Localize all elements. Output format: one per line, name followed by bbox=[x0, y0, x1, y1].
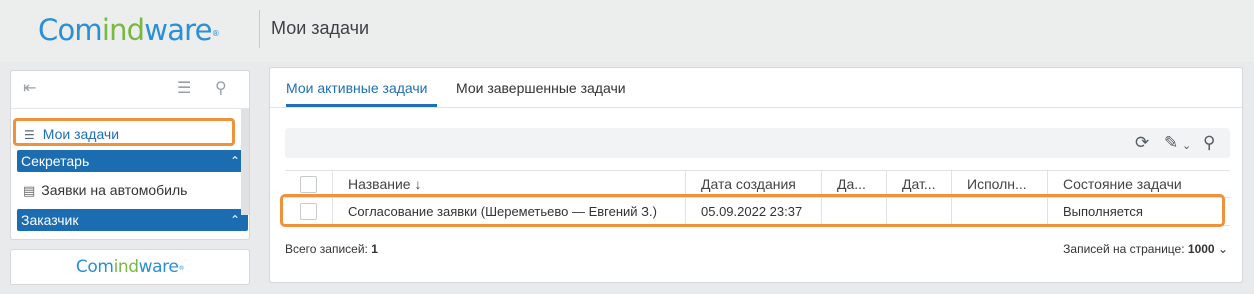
cell-created: 05.09.2022 23:37 bbox=[685, 198, 821, 225]
table-header: Название ↓ Дата создания Да... Дат... Ис… bbox=[285, 170, 1230, 198]
sidebar-item-label: Заявки на автомобиль bbox=[41, 182, 188, 198]
active-tab-indicator bbox=[286, 104, 437, 107]
list-icon[interactable]: ☰ bbox=[177, 80, 191, 98]
page-title: Мои задачи bbox=[271, 18, 370, 38]
chevron-up-icon: ⌃ bbox=[229, 154, 240, 168]
edit-icon[interactable]: ✎ bbox=[1164, 133, 1178, 153]
chevron-up-icon: ⌃ bbox=[229, 213, 240, 227]
sidebar-item-label: Мои задачи bbox=[42, 126, 120, 142]
cell-assignee bbox=[951, 198, 1047, 225]
tasks-table: Название ↓ Дата создания Да... Дат... Ис… bbox=[280, 170, 1230, 227]
select-all-cell bbox=[285, 171, 332, 197]
column-header-status[interactable]: Состояние задачи bbox=[1047, 171, 1230, 197]
sidebar-group-secretary[interactable]: Секретарь ⌃ bbox=[17, 150, 248, 172]
chevron-down-icon: ⌄ bbox=[1217, 242, 1228, 256]
total-value: 1 bbox=[371, 242, 378, 256]
sidebar-group-customer[interactable]: Заказчик ⌃ bbox=[17, 209, 248, 231]
row-checkbox[interactable] bbox=[300, 203, 317, 220]
cell-name[interactable]: Согласование заявки (Шереметьево — Евген… bbox=[332, 198, 685, 225]
tab-completed-tasks[interactable]: Мои завершенные задачи bbox=[456, 79, 626, 97]
page-size-value: 1000 bbox=[1187, 242, 1215, 256]
sidebar-item-my-tasks[interactable]: ☰ Мои задачи bbox=[13, 118, 235, 146]
table-icon: ▤ bbox=[23, 183, 36, 198]
sidebar-scrollbar[interactable] bbox=[241, 109, 249, 215]
column-header-assignee[interactable]: Исполн... bbox=[951, 171, 1047, 197]
select-all-checkbox[interactable] bbox=[300, 176, 317, 193]
main-panel: Мои активные задачи Мои завершенные зада… bbox=[269, 67, 1243, 283]
cell-status: Выполняется bbox=[1047, 198, 1230, 225]
column-header-date2[interactable]: Дат... bbox=[886, 171, 951, 197]
sidebar-group-label: Секретарь bbox=[21, 153, 90, 169]
total-label: Всего записей: bbox=[285, 242, 368, 256]
collapse-icon[interactable]: ⇤ bbox=[23, 80, 36, 98]
table-row[interactable]: Согласование заявки (Шереметьево — Евген… bbox=[280, 194, 1230, 227]
app-header: Comindware® Мои задачи bbox=[0, 0, 1254, 62]
cell-date2 bbox=[886, 198, 951, 225]
search-icon[interactable]: ⚲ bbox=[1203, 133, 1215, 153]
sidebar-item-car-requests[interactable]: ▤ Заявки на автомобиль bbox=[23, 179, 187, 202]
sidebar-group-label: Заказчик bbox=[21, 212, 79, 228]
sidebar: ⇤ ☰ ⚲ ☰ Мои задачи Секретарь ⌃ ▤ Заявки на… bbox=[10, 70, 250, 240]
cell-date1 bbox=[821, 198, 886, 225]
total-records: Всего записей: 1 bbox=[285, 242, 378, 256]
chevron-down-icon[interactable]: ⌄ bbox=[1182, 136, 1191, 156]
header-divider bbox=[259, 10, 260, 48]
sidebar-toolbar: ⇤ ☰ ⚲ bbox=[11, 71, 249, 109]
tab-active-tasks[interactable]: Мои активные задачи bbox=[286, 79, 428, 97]
column-header-name[interactable]: Название ↓ bbox=[332, 171, 685, 197]
logo[interactable]: Comindware® bbox=[38, 12, 220, 48]
table-toolbar: ⟳ ✎ ⌄ ⚲ bbox=[285, 128, 1230, 158]
column-header-date1[interactable]: Да... bbox=[821, 171, 886, 197]
checklist-icon: ☰ bbox=[24, 128, 35, 142]
row-select-cell bbox=[285, 198, 332, 225]
page-size-label: Записей на странице: bbox=[1063, 242, 1185, 256]
tab-bar: Мои активные задачи Мои завершенные зада… bbox=[270, 68, 1242, 108]
refresh-icon[interactable]: ⟳ bbox=[1135, 133, 1149, 153]
search-icon[interactable]: ⚲ bbox=[215, 80, 227, 98]
page-size-selector[interactable]: Записей на странице: 1000 ⌄ bbox=[1063, 242, 1228, 256]
bottom-logo: Comindware® bbox=[10, 249, 250, 285]
column-header-created[interactable]: Дата создания bbox=[685, 171, 821, 197]
